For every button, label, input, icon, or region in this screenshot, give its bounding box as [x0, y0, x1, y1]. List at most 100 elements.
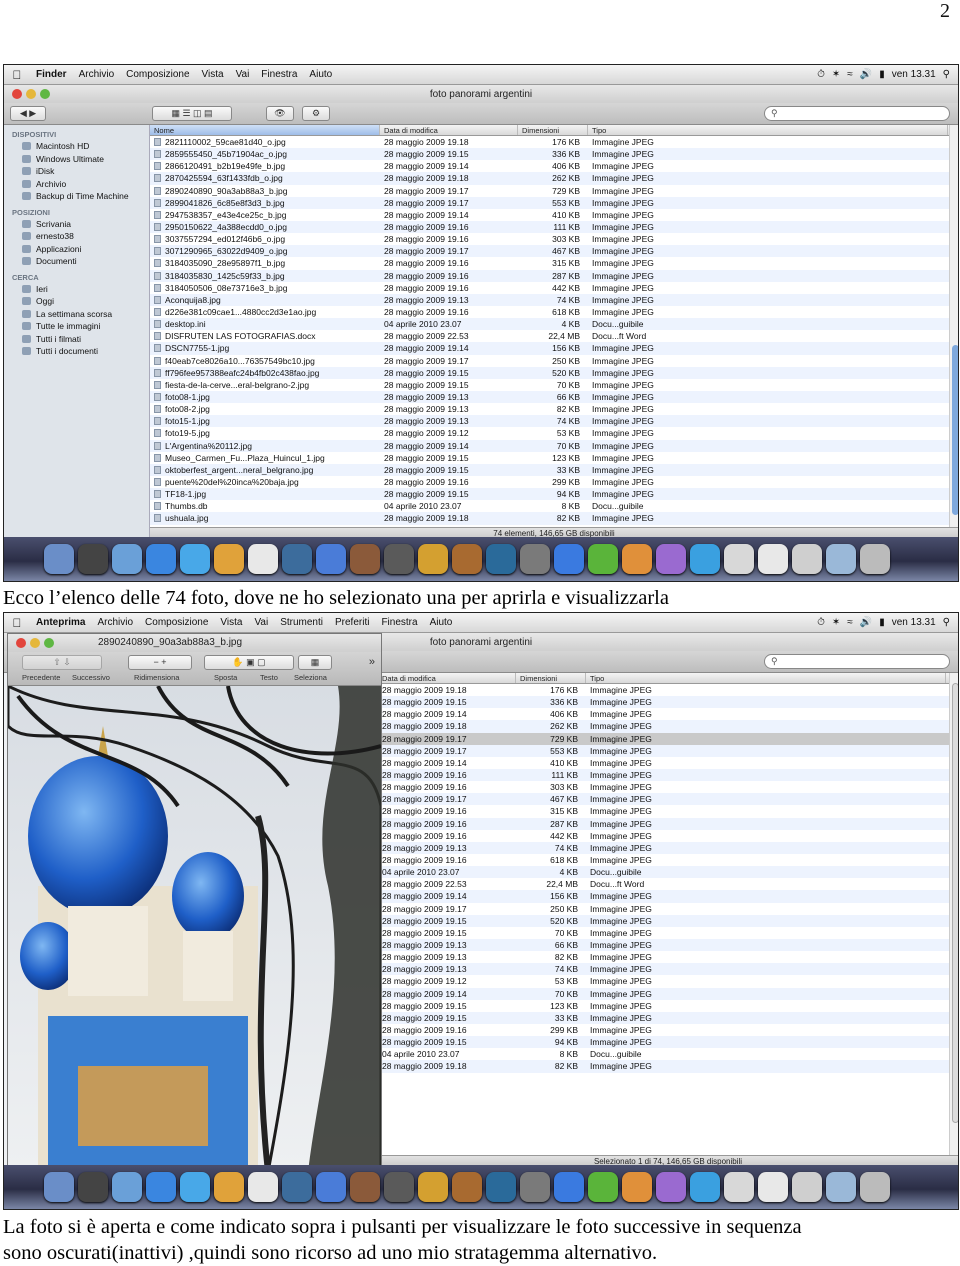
table-row[interactable]: 28 maggio 2009 19.16 299 KB Immagine JPEG [378, 1024, 958, 1036]
table-row[interactable]: 28 maggio 2009 19.16 315 KB Immagine JPEG [378, 805, 958, 817]
spotlight-icon[interactable]: ⚲ [943, 69, 950, 80]
minimize-button[interactable] [30, 638, 40, 648]
table-row[interactable]: Thumbs.db 04 aprile 2010 23.07 8 KB Docu...… [150, 500, 958, 512]
menu-preferiti[interactable]: Preferiti [329, 617, 375, 628]
menu-archivio[interactable]: Archivio [73, 69, 121, 80]
iphoto-icon[interactable] [282, 1172, 312, 1202]
table-row[interactable]: ushuala.jpg 28 maggio 2009 19.18 82 KB Imma… [150, 512, 958, 525]
menu-vista[interactable]: Vista [196, 69, 230, 80]
minimize-button[interactable] [26, 89, 36, 99]
table-row[interactable]: L'Argentina%20112.jpg 28 maggio 2009 19.1… [150, 439, 958, 452]
table-row[interactable]: 3184035090_28e95897f1_b.jpg 28 maggio 200… [150, 257, 958, 269]
zoom-button[interactable] [40, 89, 50, 99]
search-input[interactable]: ⚲ [764, 106, 950, 121]
menu-aiuto[interactable]: Aiuto [424, 617, 459, 628]
messenger-icon[interactable] [690, 544, 720, 574]
garageband-icon[interactable] [452, 544, 482, 574]
table-row[interactable]: 28 maggio 2009 19.15 94 KB Immagine JPEG [378, 1036, 958, 1049]
time-machine-icon[interactable]: ⏱ [817, 617, 825, 628]
column-size[interactable]: Dimensioni [518, 125, 588, 135]
table-row[interactable]: 28 maggio 2009 19.15 336 KB Immagine JPEG [378, 696, 958, 709]
ichat-icon[interactable] [180, 544, 210, 574]
wifi-icon[interactable]: ≈ [847, 617, 853, 628]
menu-finestra[interactable]: Finestra [375, 617, 423, 628]
spaces-icon[interactable] [418, 544, 448, 574]
sidebar-item-idisk[interactable]: iDisk [4, 165, 149, 178]
sidebar-item-archivio[interactable]: Archivio [4, 178, 149, 191]
table-row[interactable]: 28 maggio 2009 19.16 303 KB Immagine JPEG [378, 781, 958, 793]
table-row[interactable]: fiesta-de-la-cerve...eral-belgrano-2.jpg… [150, 379, 958, 391]
table-row[interactable]: 04 aprile 2010 23.07 4 KB Docu...guibile [378, 866, 958, 879]
table-row[interactable]: 28 maggio 2009 19.16 111 KB Immagine JPEG [378, 768, 958, 782]
sidebar-item-backup[interactable]: Backup di Time Machine [4, 190, 149, 203]
safari-icon[interactable] [146, 1172, 176, 1202]
sidebar-item-documenti[interactable]: Documenti [4, 255, 149, 268]
trash-icon[interactable] [860, 544, 890, 574]
trash-icon[interactable] [860, 1172, 890, 1202]
table-row[interactable]: 2947538357_e43e4ce25c_b.jpg 28 maggio 200… [150, 209, 958, 221]
table-row[interactable]: 3184050506_08e73716e3_b.jpg 28 maggio 200… [150, 282, 958, 294]
spotlight-icon[interactable]: ⚲ [943, 617, 950, 628]
table-row[interactable]: 28 maggio 2009 19.18 176 KB Immagine JPEG [378, 684, 958, 696]
table-row[interactable]: DSCN7755-1.jpg 28 maggio 2009 19.14 156 KB… [150, 342, 958, 355]
menu-strumenti[interactable]: Strumenti [274, 617, 329, 628]
close-button[interactable] [16, 638, 26, 648]
scroll-thumb[interactable] [952, 345, 958, 515]
system-preferences-icon[interactable] [520, 544, 550, 574]
calendar-icon[interactable] [724, 1172, 754, 1202]
table-row[interactable]: 28 maggio 2009 19.14 156 KB Immagine JPEG [378, 890, 958, 903]
itunes-icon[interactable] [316, 544, 346, 574]
safari-icon[interactable] [146, 544, 176, 574]
calendar-icon[interactable] [724, 544, 754, 574]
volume-icon[interactable]: 🔊 [860, 69, 872, 80]
table-row[interactable]: 2870425594_63f1433fdb_o.jpg 28 maggio 200… [150, 172, 958, 185]
menu-composizione[interactable]: Composizione [139, 617, 214, 628]
imovie-icon[interactable] [350, 1172, 380, 1202]
menu-composizione[interactable]: Composizione [120, 69, 195, 80]
table-row[interactable]: 28 maggio 2009 19.14 410 KB Immagine JPEG [378, 757, 958, 769]
table-row[interactable]: f40eab7ce8026a10...76357549bc10.jpg 28 ma… [150, 355, 958, 367]
table-row[interactable]: 28 maggio 2009 19.13 82 KB Immagine JPEG [378, 951, 958, 963]
entourage-icon[interactable] [656, 1172, 686, 1202]
powerpoint-icon[interactable] [622, 544, 652, 574]
table-row[interactable]: d226e381c09cae1...4880cc2d3e1ao.jpg 28 ma… [150, 306, 958, 318]
garageband-icon[interactable] [452, 1172, 482, 1202]
document-icon[interactable] [758, 544, 788, 574]
downloads-icon[interactable] [792, 1172, 822, 1202]
menu-aiuto[interactable]: Aiuto [303, 69, 338, 80]
sidebar-item-windows-ultimate[interactable]: Windows Ultimate [4, 153, 149, 166]
sidebar-item-documenti-search[interactable]: Tutti i documenti [4, 345, 149, 358]
column-name[interactable]: Nome [150, 125, 380, 135]
sidebar-item-applicazioni[interactable]: Applicazioni [4, 243, 149, 256]
menu-vai[interactable]: Vai [248, 617, 274, 628]
dashboard-icon[interactable] [78, 1172, 108, 1202]
table-row[interactable]: 2859555450_45b71904ac_o.jpg 28 maggio 200… [150, 148, 958, 161]
menu-vista[interactable]: Vista [214, 617, 248, 628]
powerpoint-icon[interactable] [622, 1172, 652, 1202]
mail-icon[interactable] [112, 544, 142, 574]
messenger-icon[interactable] [690, 1172, 720, 1202]
table-row[interactable]: foto08-2.jpg 28 maggio 2009 19.13 82 KB Imm… [150, 403, 958, 415]
sidebar-item-filmati[interactable]: Tutti i filmati [4, 333, 149, 346]
wifi-icon[interactable]: ≈ [847, 69, 853, 80]
table-row[interactable]: Museo_Carmen_Fu...Plaza_Huincul_1.jpg 28 … [150, 452, 958, 464]
table-row[interactable]: foto19-5.jpg 28 maggio 2009 19.12 53 KB Imm… [150, 427, 958, 439]
document-icon[interactable] [758, 1172, 788, 1202]
menu-anteprima[interactable]: Anteprima [30, 617, 91, 628]
sidebar-item-ieri[interactable]: Ieri [4, 283, 149, 296]
table-row[interactable]: 2950150622_4a388ecdd0_o.jpg 28 maggio 200… [150, 220, 958, 234]
system-preferences-icon[interactable] [520, 1172, 550, 1202]
vertical-scrollbar[interactable] [949, 125, 958, 527]
table-row[interactable]: 28 maggio 2009 19.15 33 KB Immagine JPEG [378, 1011, 958, 1024]
back-forward-button[interactable]: ◀ ▶ [10, 106, 46, 121]
spaces-icon[interactable] [418, 1172, 448, 1202]
finder-icon[interactable] [44, 544, 74, 574]
action-gear-icon[interactable]: ⚙ [302, 106, 330, 121]
table-row[interactable]: 28 maggio 2009 19.13 74 KB Immagine JPEG [378, 841, 958, 854]
table-row[interactable]: 3037557294_ed012f46b6_o.jpg 28 maggio 200… [150, 233, 958, 245]
table-row[interactable]: 28 maggio 2009 19.18 82 KB Immagine JPEG [378, 1060, 958, 1073]
column-date[interactable]: Data di modifica [378, 673, 516, 683]
table-row[interactable]: desktop.ini 04 aprile 2010 23.07 4 KB Docu.… [150, 318, 958, 331]
table-row[interactable]: 2821110002_59cae81d40_o.jpg 28 maggio 200… [150, 136, 958, 148]
table-row[interactable]: 28 maggio 2009 19.18 262 KB Immagine JPEG [378, 720, 958, 733]
